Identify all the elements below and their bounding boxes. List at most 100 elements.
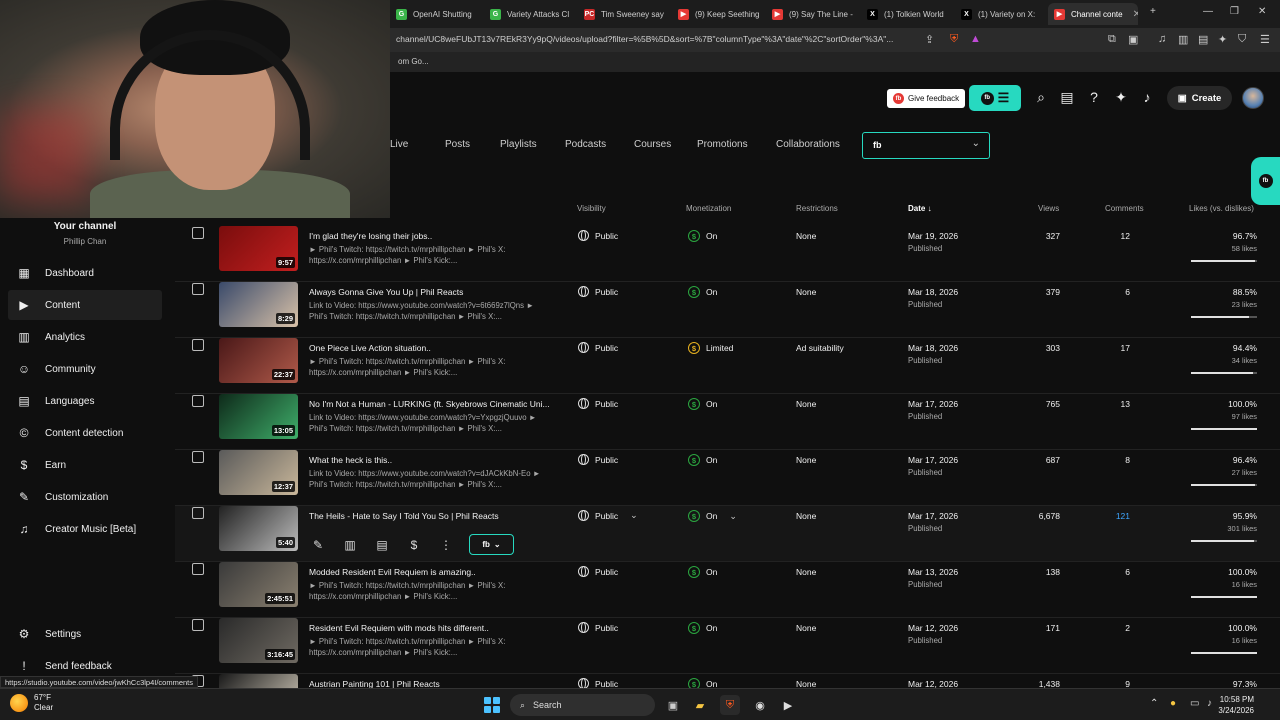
help-icon[interactable]: ? (1085, 89, 1103, 105)
extension-side-button[interactable]: fb (1251, 157, 1280, 205)
analytics-icon[interactable]: ▥ (341, 538, 359, 552)
taskbar-search[interactable]: ⌕ Search (510, 694, 655, 716)
browser-tab[interactable]: ▶ (9) Keep Seething (672, 3, 760, 25)
close-window-icon[interactable]: ✕ (1258, 6, 1266, 17)
reader-icon[interactable]: ▣ (1128, 33, 1138, 46)
column-header-visibility[interactable]: Visibility (577, 204, 606, 213)
sidebar-item-community[interactable]: ☺ Community (8, 354, 162, 384)
bookmark-item[interactable]: om Go... (398, 57, 429, 66)
video-title[interactable]: The Heils - Hate to Say I Told You So | … (309, 511, 559, 521)
sidebar-toggle-icon[interactable]: ▥ (1178, 33, 1188, 46)
table-row[interactable]: 13:05 No I'm Not a Human - LURKING (ft. S… (175, 394, 1280, 450)
browser-tab[interactable]: ▶ (9) Say The Line - (766, 3, 854, 25)
bell-icon[interactable]: ♪ (1138, 89, 1156, 105)
sidebar-item-languages[interactable]: ▤ Languages (8, 386, 162, 416)
video-thumbnail[interactable]: 12:37 (219, 450, 298, 495)
column-header-likes[interactable]: Likes (vs. dislikes) (1189, 204, 1254, 213)
row-checkbox[interactable] (192, 339, 204, 351)
row-checkbox[interactable] (192, 619, 204, 631)
browser-tab[interactable]: G Variety Attacks Cl (484, 3, 572, 25)
browser-tab[interactable]: PC Tim Sweeney say (578, 3, 666, 25)
sidebar-item-creator-music-beta[interactable]: ♫ Creator Music [Beta] (8, 514, 162, 544)
sidebar-item-earn[interactable]: $ Earn (8, 450, 162, 480)
vpn-icon[interactable]: ⛉ (1238, 33, 1246, 46)
tab-posts[interactable]: Posts (445, 139, 470, 150)
video-thumbnail[interactable]: 13:05 (219, 394, 298, 439)
row-checkbox[interactable] (192, 395, 204, 407)
extensions-icon[interactable]: ⧉ (1108, 33, 1116, 46)
task-view-icon[interactable]: ▣ (663, 695, 683, 715)
table-row[interactable]: 12:37 What the heck is this.. Link to Vide… (175, 450, 1280, 506)
tray-app-icon[interactable]: ● (1170, 698, 1176, 709)
row-checkbox[interactable] (192, 451, 204, 463)
table-row[interactable]: 5:40 The Heils - Hate to Say I Told You S… (175, 506, 1280, 562)
chevron-down-icon[interactable]: ⌄ (729, 511, 737, 522)
sidebar-item-customization[interactable]: ✎ Customization (8, 482, 162, 512)
browser-tab[interactable]: X (1) Variety on X: (955, 3, 1043, 25)
tab-podcasts[interactable]: Podcasts (565, 139, 606, 150)
table-row[interactable]: 9:57 I'm glad they're losing their jobs..… (175, 226, 1280, 282)
video-thumbnail[interactable]: 22:37 (219, 338, 298, 383)
clock[interactable]: 10:58 PM 3/24/2026 (1210, 694, 1254, 716)
video-title[interactable]: One Piece Live Action situation.. (309, 343, 559, 353)
visibility-cell[interactable]: Public ⌄ (578, 510, 638, 521)
close-tab-icon[interactable]: ✕ (1133, 9, 1138, 20)
table-row[interactable]: 22:37 One Piece Live Action situation.. ► … (175, 338, 1280, 394)
media-player-icon[interactable]: ▶ (778, 695, 798, 715)
new-tab-icon[interactable]: + (1150, 6, 1156, 17)
table-row[interactable]: 3:16:45 Resident Evil Requiem with mods h… (175, 618, 1280, 674)
browser-tab[interactable]: X (1) Tolkien World (861, 3, 949, 25)
maximize-icon[interactable]: ❐ (1230, 6, 1239, 17)
video-thumbnail[interactable]: 9:57 (219, 226, 298, 271)
video-title[interactable]: No I'm Not a Human - LURKING (ft. Skyebr… (309, 399, 559, 409)
brave-shield-icon[interactable]: ⛨ (950, 33, 958, 46)
tab-courses[interactable]: Courses (634, 139, 671, 150)
file-explorer-icon[interactable]: ▰ (690, 695, 710, 715)
video-title[interactable]: I'm glad they're losing their jobs.. (309, 231, 559, 241)
network-icon[interactable]: ▭ (1190, 698, 1199, 709)
table-row[interactable]: 2:45:51 Modded Resident Evil Requiem is a… (175, 562, 1280, 618)
tab-live[interactable]: Live (390, 139, 408, 150)
video-title[interactable]: Modded Resident Evil Requiem is amazing.… (309, 567, 559, 577)
video-title[interactable]: What the heck is this.. (309, 455, 559, 465)
row-checkbox[interactable] (192, 227, 204, 239)
column-header-date[interactable]: Date ↓ (908, 204, 932, 213)
sidebar-item-content-detection[interactable]: © Content detection (8, 418, 162, 448)
column-header-views[interactable]: Views (1038, 204, 1059, 213)
leo-icon[interactable]: ✦ (1218, 33, 1227, 46)
sidebar-item-settings[interactable]: ⚙ Settings (8, 619, 162, 649)
channel-title[interactable]: Your channel (0, 221, 170, 232)
sidebar-item-analytics[interactable]: ▥ Analytics (8, 322, 162, 352)
search-icon[interactable]: ⌕ (1032, 89, 1050, 106)
row-checkbox[interactable] (192, 283, 204, 295)
sparkle-icon[interactable]: ✦ (1112, 89, 1130, 106)
comments-icon[interactable]: ▤ (1058, 89, 1076, 106)
account-avatar[interactable] (1242, 87, 1264, 109)
obs-icon[interactable]: ◉ (750, 695, 770, 715)
weather-widget[interactable]: 67°F Clear (10, 693, 53, 713)
video-thumbnail[interactable]: 5:40 (219, 506, 298, 551)
video-title[interactable]: Always Gonna Give You Up | Phil Reacts (309, 287, 559, 297)
tab-promotions[interactable]: Promotions (697, 139, 748, 150)
monetization-icon[interactable]: $ (405, 538, 423, 552)
share-icon[interactable]: ⇪ (925, 33, 934, 46)
chevron-down-icon[interactable]: ⌄ (630, 510, 638, 521)
edit-icon[interactable]: ✎ (309, 538, 327, 552)
comments-icon[interactable]: ▤ (373, 538, 391, 552)
tab-collaborations[interactable]: Collaborations (776, 139, 840, 150)
extension-select[interactable]: fb ⌄ (862, 132, 990, 159)
wallet-icon[interactable]: ▤ (1198, 33, 1208, 46)
row-checkbox[interactable] (192, 563, 204, 575)
comments-count[interactable]: 121 (1095, 511, 1130, 521)
browser-tab[interactable]: ▶ Channel conte ✕ (1048, 3, 1138, 25)
minimize-icon[interactable]: — (1203, 6, 1213, 17)
url-field[interactable]: channel/UC8weFUbJT13v7REkR3Yy9pQ/videos/… (396, 34, 916, 44)
tab-playlists[interactable]: Playlists (500, 139, 537, 150)
column-header-restrictions[interactable]: Restrictions (796, 204, 838, 213)
row-checkbox[interactable] (192, 507, 204, 519)
video-title[interactable]: Resident Evil Requiem with mods hits dif… (309, 623, 559, 633)
column-header-comments[interactable]: Comments (1105, 204, 1144, 213)
video-thumbnail[interactable]: 3:16:45 (219, 618, 298, 663)
extension-row-button[interactable]: fb ⌄ (469, 534, 514, 555)
music-control-icon[interactable]: ♫ (1158, 33, 1166, 45)
